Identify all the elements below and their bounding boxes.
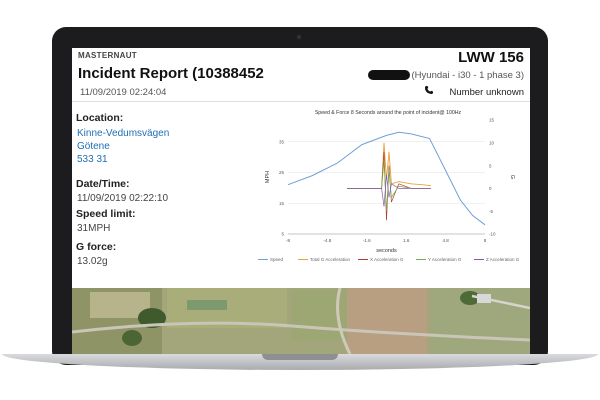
location-street-link[interactable]: Kinne-Vedumsvägen	[77, 128, 169, 139]
x-tick-label: 4.8	[442, 238, 449, 243]
legend-label: Speed	[270, 257, 284, 262]
legend-item: Speed	[258, 257, 283, 262]
y-tick-label: 5	[281, 232, 284, 237]
webcam-icon	[297, 35, 301, 39]
legend-swatch	[258, 258, 268, 261]
chart-svg: Speed & Force 8 Seconds around the point…	[265, 110, 515, 254]
x-tick-label: -1.6	[363, 238, 371, 243]
y2-tick-label: 10	[489, 141, 495, 146]
speed-limit-label: Speed limit:	[76, 208, 136, 220]
vehicle-registration: LWW 156	[458, 49, 524, 66]
speed-limit-value: 31MPH	[77, 223, 111, 234]
map-aerial-image	[72, 288, 530, 354]
y-tick-label: 15	[279, 201, 285, 206]
y2-tick-label: -5	[489, 209, 493, 214]
location-label: Location:	[76, 112, 124, 124]
laptop-screen: MASTERNAUT LWW 156 Incident Report (1038…	[72, 48, 530, 354]
y2-tick-label: 0	[489, 186, 492, 191]
legend-swatch	[358, 258, 368, 261]
datetime-value: 11/09/2019 02:22:10	[77, 193, 169, 204]
phone-number: Number unknown	[449, 87, 524, 98]
x-tick-label: -8	[286, 238, 290, 243]
legend-label: X Acceleration G	[370, 257, 404, 262]
legend-swatch	[298, 258, 308, 261]
x-tick-label: 1.6	[403, 238, 410, 243]
location-city-link[interactable]: Götene	[77, 141, 110, 152]
legend-swatch	[474, 258, 484, 261]
series-line-5	[347, 174, 431, 207]
legend-item: Z Acceleration G	[474, 257, 519, 262]
x-tick-label: 8	[484, 238, 487, 243]
y2-tick-label: 15	[489, 118, 495, 123]
redaction-bar	[368, 70, 410, 80]
legend-label: Z Acceleration G	[486, 257, 520, 262]
location-postcode-link[interactable]: 533 31	[77, 154, 108, 165]
brand-name: MASTERNAUT	[78, 51, 137, 60]
x-tick-label: -4.8	[324, 238, 332, 243]
laptop-notch	[262, 354, 338, 360]
y-tick-label: 25	[279, 170, 285, 175]
vehicle-model: (Hyundai - i30 - 1 phase 3)	[411, 70, 524, 81]
legend-item: X Acceleration G	[358, 257, 404, 262]
legend-item: Total G Acceleration	[298, 257, 350, 262]
legend-label: Total G Acceleration	[310, 257, 351, 262]
legend-swatch	[416, 258, 426, 261]
page-title: Incident Report (10388452	[78, 65, 264, 82]
y2-axis-label: G	[509, 175, 515, 179]
y-tick-label: 35	[279, 139, 285, 144]
chart-legend: Speed Total G Acceleration X Acceleration …	[254, 257, 524, 267]
report-timestamp: 11/09/2019 02:24:04	[80, 87, 167, 98]
g-force-label: G force:	[76, 241, 117, 253]
series-line-3	[347, 151, 431, 221]
chart-title: Speed & Force 8 Seconds around the point…	[315, 110, 462, 116]
x-axis-label: seconds	[376, 248, 397, 254]
y2-tick-label: -10	[489, 232, 496, 237]
phone-icon	[425, 86, 433, 94]
header-divider	[72, 101, 530, 102]
y2-tick-label: 5	[489, 163, 492, 168]
y-axis-label: MPH	[265, 171, 271, 183]
legend-item: Y Acceleration G	[416, 257, 461, 262]
g-force-value: 13.02g	[77, 256, 108, 267]
legend-label: Y Acceleration G	[428, 257, 462, 262]
incident-map[interactable]	[72, 288, 530, 354]
speed-force-chart: Speed & Force 8 Seconds around the point…	[253, 106, 524, 270]
datetime-label: Date/Time:	[76, 178, 130, 190]
